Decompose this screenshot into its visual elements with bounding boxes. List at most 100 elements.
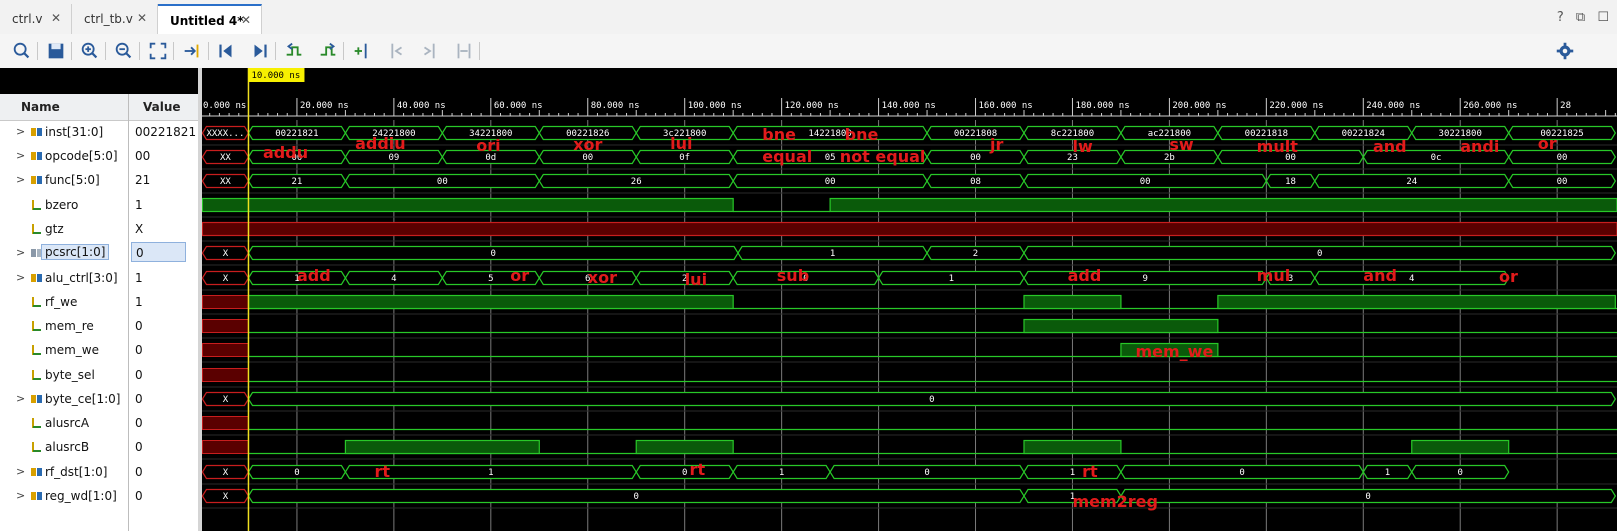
signal-row[interactable]: > pcsrc[1:0] 0	[0, 241, 198, 265]
signal-value: 0	[135, 465, 143, 479]
annotation-label: mem2reg	[1072, 492, 1158, 511]
signal-row[interactable]: gtz X	[0, 217, 198, 241]
next-marker-icon[interactable]	[418, 39, 442, 63]
signal-row[interactable]: alusrcB 0	[0, 435, 198, 459]
tab-ctrl-v[interactable]: ctrl.v ✕	[0, 4, 72, 34]
annotation-label: bne	[845, 125, 879, 144]
name-column-header[interactable]: Name	[21, 100, 60, 114]
close-tab-icon[interactable]: ✕	[51, 11, 61, 25]
close-tab-icon[interactable]: ✕	[241, 13, 251, 27]
go-to-start-icon[interactable]	[214, 39, 238, 63]
chevron-right-icon[interactable]: >	[16, 271, 25, 284]
waveform-toolbar	[0, 34, 1617, 69]
zoom-fit-icon[interactable]	[146, 39, 170, 63]
signal-name: rf_dst[1:0]	[45, 465, 108, 479]
bus-value: 0	[294, 468, 299, 478]
signal-row[interactable]: > inst[31:0] 00221821	[0, 120, 198, 144]
annotation-label: or	[1499, 267, 1518, 286]
bus-value: 0	[634, 492, 639, 502]
bus-value: 24	[1406, 177, 1417, 187]
signal-name: mem_we	[45, 343, 99, 357]
chevron-right-icon[interactable]: >	[16, 465, 25, 478]
chevron-right-icon[interactable]: >	[16, 149, 25, 162]
bus-value: X	[223, 468, 229, 478]
add-marker-icon[interactable]	[350, 39, 374, 63]
signal-value: 0	[131, 242, 186, 262]
bit-icon	[30, 369, 42, 384]
settings-icon[interactable]	[1553, 39, 1577, 63]
chevron-right-icon[interactable]: >	[16, 489, 25, 502]
bus-value: 2b	[1164, 153, 1175, 163]
previous-transition-icon[interactable]	[282, 39, 306, 63]
search-icon[interactable]	[10, 39, 34, 63]
toolbar-separator	[275, 42, 276, 60]
signal-name: alu_ctrl[3:0]	[45, 271, 118, 285]
tab-untitled-4-[interactable]: Untitled 4* ✕	[158, 4, 262, 34]
go-to-cursor-icon[interactable]	[180, 39, 204, 63]
bus-value: XX	[220, 177, 231, 187]
annotation-label: rt	[690, 460, 706, 479]
signal-row[interactable]: > alu_ctrl[3:0] 1	[0, 266, 198, 290]
zoom-in-icon[interactable]	[78, 39, 102, 63]
swap-cursors-icon[interactable]	[452, 39, 476, 63]
zoom-out-icon[interactable]	[112, 39, 136, 63]
bus-value: 2	[973, 249, 978, 259]
column-header: Name Value	[0, 94, 198, 121]
previous-marker-icon[interactable]	[384, 39, 408, 63]
annotation-label: ori	[476, 136, 500, 155]
time-axis-label: 60.000 ns	[494, 101, 543, 111]
tab-ctrl-tb-v[interactable]: ctrl_tb.v ✕	[72, 4, 158, 34]
undefined-region	[202, 368, 249, 382]
bit-high-pulse	[1023, 294, 1122, 310]
toolbar-separator	[208, 42, 209, 60]
time-axis-label: 20.000 ns	[300, 101, 349, 111]
annotation-label: mult	[1257, 137, 1299, 156]
time-axis-label: 0.000 ns	[203, 101, 246, 111]
close-tab-icon[interactable]: ✕	[137, 11, 147, 25]
bit-high-pulse	[247, 294, 734, 310]
signal-row[interactable]: alusrcA 0	[0, 411, 198, 435]
annotation-label: jr	[989, 135, 1003, 154]
bus-value: 00	[1557, 177, 1568, 187]
undefined-region	[202, 416, 249, 430]
annotation-label: mem_we	[1135, 342, 1213, 361]
bus-value: 00	[437, 177, 448, 187]
bit-high-pulse	[829, 197, 1617, 213]
annotation-label: andi	[1460, 137, 1499, 156]
chevron-right-icon[interactable]: >	[16, 246, 25, 259]
signal-row[interactable]: > byte_ce[1:0] 0	[0, 387, 198, 411]
save-icon[interactable]	[44, 39, 68, 63]
signal-name: inst[31:0]	[45, 125, 104, 139]
signal-name: byte_sel	[45, 368, 95, 382]
bus-value: 1	[949, 274, 954, 284]
restore-icon[interactable]: ⧉	[1576, 10, 1585, 25]
signal-value: 21	[135, 173, 151, 187]
bus-value: XXXX...	[206, 129, 244, 139]
time-axis-label: 180.000 ns	[1075, 101, 1129, 111]
signal-row[interactable]: > func[5:0] 21	[0, 168, 198, 192]
help-icon[interactable]: ?	[1557, 10, 1564, 25]
next-transition-icon[interactable]	[316, 39, 340, 63]
signal-row[interactable]: mem_we 0	[0, 338, 198, 362]
signal-row[interactable]: mem_re 0	[0, 314, 198, 338]
annotation-label: rt	[374, 462, 390, 481]
chevron-right-icon[interactable]: >	[16, 125, 25, 138]
chevron-right-icon[interactable]: >	[16, 392, 25, 405]
undefined-region	[202, 319, 249, 333]
value-column-header[interactable]: Value	[143, 100, 181, 114]
signal-row[interactable]: > rf_dst[1:0] 0	[0, 460, 198, 484]
signal-row[interactable]: > opcode[5:0] 00	[0, 144, 198, 168]
bus-value: 09	[388, 153, 399, 163]
signal-row[interactable]: bzero 1	[0, 193, 198, 217]
annotation-label: and	[1373, 137, 1407, 156]
signal-value: 0	[135, 368, 143, 382]
waveform-canvas[interactable]: 0.000 ns 20.000 ns 40.000 ns 60.000 ns 80.00…	[202, 68, 1617, 531]
signal-row[interactable]: > reg_wd[1:0] 0	[0, 484, 198, 508]
toolbar-separator	[479, 42, 480, 60]
go-to-end-icon[interactable]	[248, 39, 272, 63]
signal-row[interactable]: rf_we 1	[0, 290, 198, 314]
bus-value: 00	[582, 153, 593, 163]
maximize-icon[interactable]: ☐	[1597, 10, 1609, 25]
signal-row[interactable]: byte_sel 0	[0, 363, 198, 387]
chevron-right-icon[interactable]: >	[16, 173, 25, 186]
